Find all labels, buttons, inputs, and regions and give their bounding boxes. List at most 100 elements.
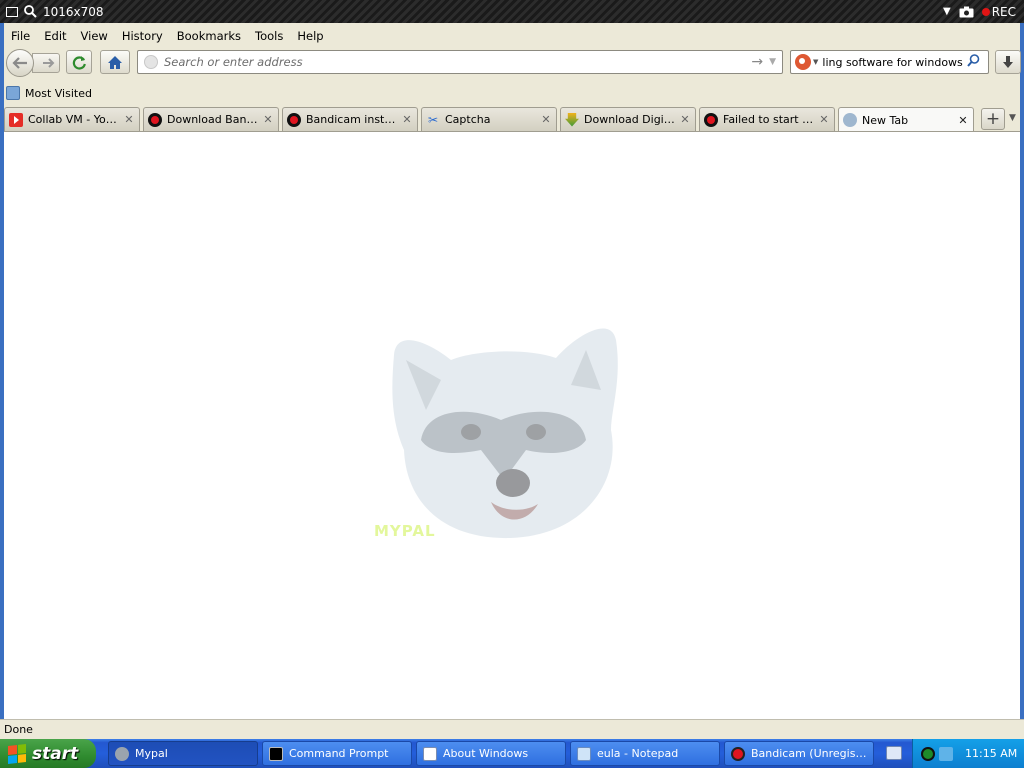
notepad-icon	[577, 746, 591, 761]
record-button[interactable]: REC	[981, 4, 1016, 19]
network-icon[interactable]	[939, 746, 953, 761]
tab-download-digital[interactable]: Download Digital ... ✕	[560, 107, 696, 131]
page-content: MYPAL	[4, 131, 1020, 719]
bandicam-icon	[148, 112, 162, 127]
menu-view[interactable]: View	[74, 29, 115, 43]
search-input[interactable]	[822, 55, 965, 69]
close-tab-icon[interactable]: ✕	[818, 113, 830, 126]
tab-list-chevron-icon[interactable]: ▼	[1009, 113, 1016, 123]
record-label: REC	[991, 4, 1016, 19]
close-tab-icon[interactable]: ✕	[401, 113, 413, 126]
tab-title: Download Digital ...	[584, 113, 676, 126]
record-dot-icon	[981, 7, 990, 16]
status-bar: Done	[0, 719, 1024, 739]
most-visited-icon	[6, 86, 20, 100]
menu-help[interactable]: Help	[290, 29, 330, 43]
tab-title: Failed to start au...	[723, 113, 815, 126]
taskbar-about-windows[interactable]: About Windows	[416, 741, 566, 766]
clock[interactable]: 11:15 AM	[965, 747, 1017, 760]
menu-bookmarks[interactable]: Bookmarks	[170, 29, 248, 43]
bandicam-icon	[731, 746, 745, 761]
bookmark-most-visited[interactable]: Most Visited	[25, 87, 92, 100]
tab-bandicam-installation[interactable]: Bandicam installat... ✕	[282, 107, 418, 131]
windows-logo-icon	[8, 743, 26, 764]
browser-window: File Edit View History Bookmarks Tools H…	[0, 23, 1024, 739]
address-input[interactable]	[164, 55, 746, 69]
taskbar-mypal[interactable]: Mypal	[108, 741, 258, 766]
navigation-toolbar: → ▼ ▼	[4, 48, 1021, 78]
history-dropdown-icon[interactable]: ▼	[769, 57, 776, 67]
reload-icon	[72, 55, 86, 70]
bookmarks-toolbar: Most Visited	[4, 83, 92, 103]
back-button[interactable]	[6, 49, 34, 77]
raccoon-logo-image	[392, 328, 618, 539]
taskbar-label: About Windows	[443, 747, 529, 760]
tab-download-bandicam[interactable]: Download Bandic... ✕	[143, 107, 279, 131]
close-tab-icon[interactable]: ✕	[123, 113, 135, 126]
close-tab-icon[interactable]: ✕	[540, 113, 552, 126]
bandicam-icon	[704, 112, 718, 127]
close-tab-icon[interactable]: ✕	[957, 114, 969, 127]
go-arrow-icon[interactable]: →	[751, 54, 763, 70]
start-label: start	[32, 743, 79, 764]
site-identity-icon[interactable]	[144, 55, 158, 69]
tab-captcha[interactable]: ✂ Captcha ✕	[421, 107, 557, 131]
address-bar[interactable]: → ▼	[137, 50, 783, 74]
menu-edit[interactable]: Edit	[37, 29, 73, 43]
back-forward-group	[6, 49, 61, 77]
menu-bar: File Edit View History Bookmarks Tools H…	[4, 26, 331, 46]
engine-dropdown-icon[interactable]: ▼	[813, 58, 818, 66]
taskbar-label: Mypal	[135, 747, 168, 760]
menu-history[interactable]: History	[115, 29, 170, 43]
new-tab-button[interactable]: +	[981, 108, 1005, 130]
taskbar-label: Command Prompt	[289, 747, 389, 760]
reload-button[interactable]	[66, 50, 92, 74]
search-bar[interactable]: ▼	[790, 50, 989, 74]
logo-wordmark: MYPAL	[374, 522, 436, 540]
tab-title: Bandicam installat...	[306, 113, 398, 126]
system-tray: 11:15 AM	[912, 739, 1024, 768]
taskbar-label: eula - Notepad	[597, 747, 679, 760]
recorder-bar: 1016x708 ▼ REC	[0, 0, 1024, 23]
bandicam-tray-icon[interactable]	[921, 746, 935, 761]
taskbar-label: Bandicam (Unregiste...	[751, 747, 867, 760]
plus-icon: +	[985, 109, 1001, 129]
duckduckgo-icon[interactable]	[795, 54, 811, 70]
home-icon	[108, 55, 122, 69]
forward-button[interactable]	[32, 53, 60, 73]
close-tab-icon[interactable]: ✕	[679, 113, 691, 126]
tab-title: Collab VM - YouTu...	[28, 113, 120, 126]
download-arrow-icon	[565, 112, 579, 127]
home-button[interactable]	[100, 50, 130, 74]
tab-title: Captcha	[445, 113, 491, 126]
tab-strip: Collab VM - YouTu... ✕ Download Bandic..…	[4, 107, 1020, 132]
camera-icon[interactable]	[959, 6, 974, 18]
arrow-left-icon	[12, 57, 27, 69]
taskbar: start Mypal Command Prompt About Windows…	[0, 739, 1024, 768]
start-button[interactable]: start	[0, 739, 96, 768]
downloads-button[interactable]	[995, 50, 1021, 74]
arrow-right-icon	[43, 58, 55, 68]
tab-collab-vm[interactable]: Collab VM - YouTu... ✕	[4, 107, 140, 131]
youtube-icon	[9, 112, 23, 127]
close-tab-icon[interactable]: ✕	[262, 113, 274, 126]
taskbar-eula-notepad[interactable]: eula - Notepad	[570, 741, 720, 766]
keyboard-icon[interactable]	[886, 746, 902, 760]
tab-failed-to-start[interactable]: Failed to start au... ✕	[699, 107, 835, 131]
window-mode-icon[interactable]	[6, 6, 18, 17]
menu-file[interactable]: File	[4, 29, 37, 43]
taskbar-bandicam[interactable]: Bandicam (Unregiste...	[724, 741, 874, 766]
search-icon[interactable]	[24, 5, 37, 18]
captcha-icon: ✂	[427, 112, 439, 127]
taskbar-command-prompt[interactable]: Command Prompt	[262, 741, 412, 766]
download-arrow-icon	[1003, 56, 1013, 68]
globe-icon	[843, 113, 857, 127]
menu-tools[interactable]: Tools	[248, 29, 290, 43]
search-icon[interactable]	[967, 54, 980, 70]
browser-chrome: File Edit View History Bookmarks Tools H…	[4, 23, 1021, 132]
status-text: Done	[4, 723, 33, 736]
mypal-icon	[115, 746, 129, 761]
cmd-icon	[269, 746, 283, 761]
chevron-down-icon[interactable]: ▼	[943, 6, 951, 17]
tab-new-tab[interactable]: New Tab ✕	[838, 107, 974, 132]
